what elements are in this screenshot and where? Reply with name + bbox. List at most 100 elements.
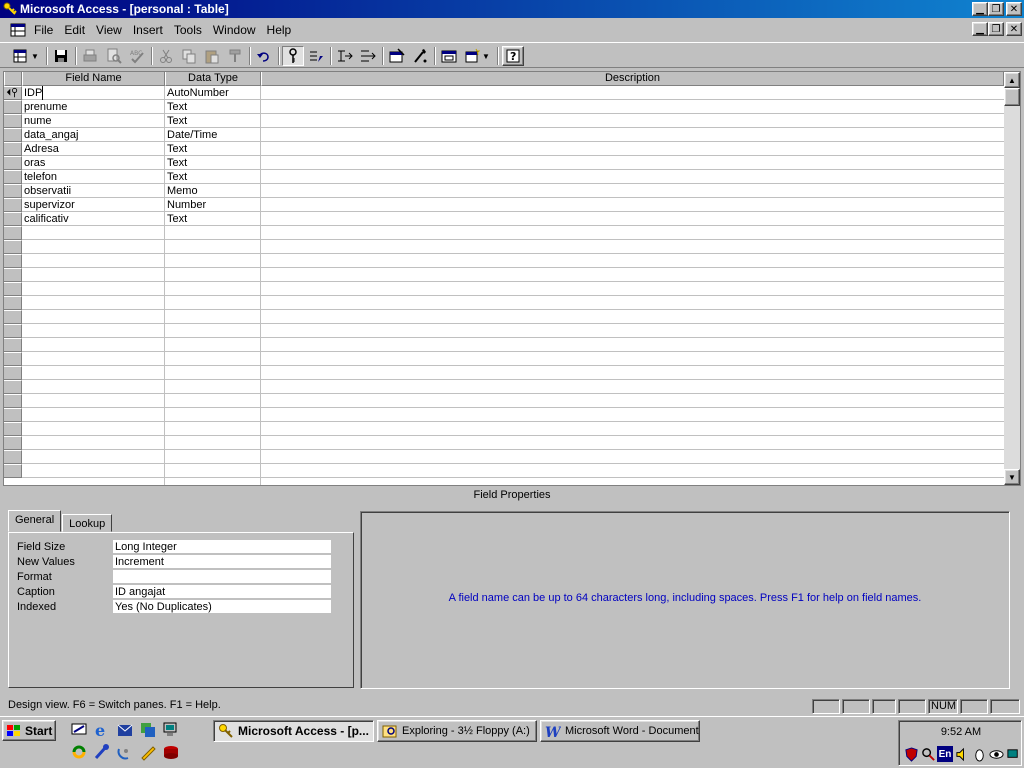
row-selector[interactable] (4, 436, 22, 450)
table-row[interactable] (22, 310, 1004, 324)
row-selector[interactable] (4, 114, 22, 128)
row-selector[interactable] (4, 184, 22, 198)
table-row[interactable] (22, 282, 1004, 296)
view-button[interactable]: ▼ (10, 46, 42, 66)
cut-button[interactable] (155, 46, 177, 66)
quicklaunch-outlook[interactable] (115, 720, 135, 740)
vertical-scrollbar[interactable]: ▲ ▼ (1004, 72, 1020, 485)
property-row[interactable]: Field Size Long Integer (15, 540, 331, 555)
undo-button[interactable] (253, 46, 275, 66)
language-indicator[interactable]: En (937, 746, 953, 762)
quicklaunch-tool[interactable] (92, 742, 112, 762)
table-row[interactable]: data_angaj Date/Time (22, 128, 1004, 142)
row-selector[interactable] (4, 170, 22, 184)
build-button[interactable] (409, 46, 431, 66)
data-type-cell[interactable]: Text (167, 170, 187, 184)
menu-view[interactable]: View (96, 23, 122, 37)
minimize-button[interactable]: ▁ (972, 2, 988, 16)
save-button[interactable] (50, 46, 72, 66)
row-selector[interactable] (4, 338, 22, 352)
menu-file[interactable]: File (34, 23, 53, 37)
property-value[interactable]: Yes (No Duplicates) (113, 600, 331, 614)
quicklaunch-internet-explorer[interactable]: e (92, 720, 112, 740)
row-selector[interactable] (4, 422, 22, 436)
quicklaunch-media[interactable] (161, 742, 181, 762)
scroll-down-button[interactable]: ▼ (1004, 469, 1020, 485)
menu-help[interactable]: Help (267, 23, 292, 37)
help-button[interactable]: ? (502, 46, 524, 66)
table-row[interactable] (22, 324, 1004, 338)
table-row[interactable] (22, 450, 1004, 464)
row-selector[interactable] (4, 394, 22, 408)
field-name-cell[interactable]: supervizor (24, 198, 75, 212)
row-selector[interactable] (4, 296, 22, 310)
field-name-cell[interactable]: oras (24, 156, 45, 170)
property-value[interactable]: Increment (113, 555, 331, 569)
quicklaunch-network[interactable] (161, 720, 181, 740)
data-type-cell[interactable]: AutoNumber (167, 86, 229, 100)
row-selector[interactable] (4, 86, 22, 100)
insert-rows-button[interactable] (334, 46, 356, 66)
data-type-cell[interactable]: Text (167, 156, 187, 170)
row-selector[interactable] (4, 198, 22, 212)
menu-window[interactable]: Window (213, 23, 256, 37)
table-row[interactable]: oras Text (22, 156, 1004, 170)
table-row[interactable]: supervizor Number (22, 198, 1004, 212)
spelling-button[interactable]: ABC (126, 46, 148, 66)
copy-button[interactable] (178, 46, 200, 66)
row-selector[interactable] (4, 212, 22, 226)
data-type-cell[interactable]: Date/Time (167, 128, 217, 142)
row-selector[interactable] (4, 156, 22, 170)
table-row[interactable] (22, 254, 1004, 268)
delete-rows-button[interactable] (357, 46, 379, 66)
new-object-button[interactable]: ▼ (461, 46, 493, 66)
property-row[interactable]: Format (15, 570, 331, 585)
property-value[interactable]: ID angajat (113, 585, 331, 599)
row-selector[interactable] (4, 100, 22, 114)
start-button[interactable]: Start (2, 720, 56, 741)
row-selector[interactable] (4, 352, 22, 366)
restore-button[interactable]: ❐ (988, 2, 1004, 16)
row-selector[interactable] (4, 254, 22, 268)
table-row[interactable] (22, 338, 1004, 352)
table-row[interactable] (22, 352, 1004, 366)
table-row[interactable] (22, 394, 1004, 408)
row-selector[interactable] (4, 226, 22, 240)
field-name-cell[interactable]: observatii (24, 184, 71, 198)
table-row[interactable] (22, 380, 1004, 394)
scroll-up-button[interactable]: ▲ (1004, 72, 1020, 88)
row-selector[interactable] (4, 408, 22, 422)
table-row[interactable] (22, 436, 1004, 450)
quicklaunch-pencil[interactable] (138, 742, 158, 762)
row-selector[interactable] (4, 366, 22, 380)
field-name-cell[interactable]: prenume (24, 100, 67, 114)
data-type-cell[interactable]: Number (167, 198, 206, 212)
scroll-thumb[interactable] (1004, 88, 1020, 106)
menu-insert[interactable]: Insert (133, 23, 163, 37)
table-row[interactable]: calificativ Text (22, 212, 1004, 226)
database-window-button[interactable] (438, 46, 460, 66)
menu-edit[interactable]: Edit (64, 23, 85, 37)
network-tray-icon[interactable] (1005, 746, 1021, 762)
property-row[interactable]: New Values Increment (15, 555, 331, 570)
menu-tools[interactable]: Tools (174, 23, 202, 37)
tab-general[interactable]: General (8, 510, 62, 532)
quicklaunch-refresh[interactable] (69, 742, 89, 762)
task-microsoft-access[interactable]: Microsoft Access - [p... (213, 720, 374, 742)
table-row[interactable] (22, 464, 1004, 478)
table-row[interactable]: observatii Memo (22, 184, 1004, 198)
field-name-cell[interactable]: calificativ (24, 212, 69, 226)
field-name-cell[interactable]: IDP (24, 86, 44, 100)
title-bar[interactable]: Microsoft Access - [personal : Table] ▁ … (0, 0, 1024, 18)
close-button[interactable]: ✕ (1006, 2, 1022, 16)
row-selector[interactable] (4, 310, 22, 324)
field-name-cell[interactable]: telefon (24, 170, 57, 184)
row-selector[interactable] (4, 380, 22, 394)
table-row[interactable]: nume Text (22, 114, 1004, 128)
table-row[interactable] (22, 422, 1004, 436)
doc-close-button[interactable]: ✕ (1006, 22, 1022, 36)
row-selector[interactable] (4, 464, 22, 478)
field-name-cell[interactable]: data_angaj (24, 128, 78, 142)
property-row[interactable]: Indexed Yes (No Duplicates) (15, 600, 331, 615)
row-selector[interactable] (4, 450, 22, 464)
